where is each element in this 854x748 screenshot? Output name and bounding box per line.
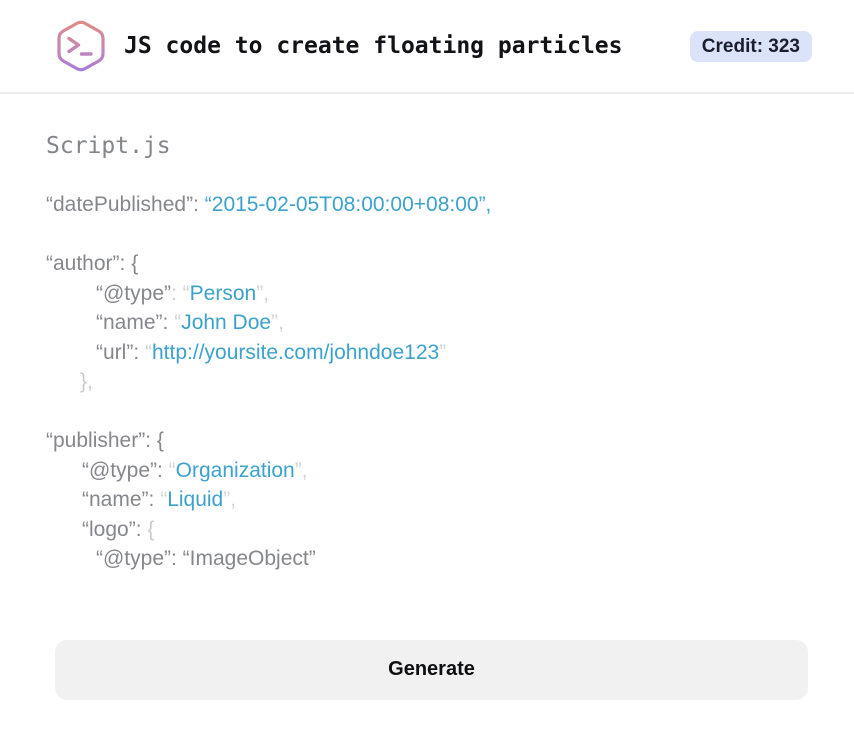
header: JS code to create floating particles Cre… <box>0 0 854 94</box>
code-token: “author”: { <box>46 252 139 275</box>
code-token: “@type”: <box>82 458 169 482</box>
code-token: http://yoursite.com/johndoe123 <box>152 340 440 364</box>
main-content: Script.js “datePublished”: “2015-02-05T0… <box>0 94 854 700</box>
code-token: { <box>147 517 155 541</box>
code-token: “ <box>182 281 190 305</box>
code-token: ”, <box>271 311 284 334</box>
code-token: : <box>171 281 183 305</box>
code-line: “author”: { <box>46 249 808 279</box>
code-token: ”, <box>294 458 308 482</box>
code-token: “@type” <box>96 281 171 305</box>
code-token: Person <box>189 281 257 305</box>
code-token: }, <box>80 370 93 393</box>
code-line: “logo”: { <box>46 515 808 545</box>
filename-heading: Script.js <box>46 133 171 159</box>
code-token: Organization <box>175 458 295 482</box>
code-token: “name”: <box>82 488 161 511</box>
code-token: “@type”: “ImageObject” <box>96 547 316 570</box>
code-token: “url”: <box>96 340 145 364</box>
code-token: “publisher”: { <box>46 429 164 452</box>
code-line: “url”: “http://yoursite.com/johndoe123” <box>46 338 808 368</box>
code-token: “logo”: <box>82 517 148 541</box>
generate-button[interactable]: Generate <box>55 639 808 700</box>
code-line: “@type”: “Person”, <box>46 279 808 309</box>
page-title: JS code to create floating particles <box>124 33 623 59</box>
code-line: “datePublished”: “2015-02-05T08:00:00+08… <box>46 190 808 220</box>
code-token: ”, <box>256 281 270 305</box>
code-line: “@type”: “Organization”, <box>46 456 808 486</box>
code-token: “ <box>145 340 152 364</box>
code-token: ” <box>439 340 447 364</box>
code-line: “name”: “John Doe”, <box>46 308 808 338</box>
code-line: “publisher”: { <box>46 426 808 456</box>
code-block: “datePublished”: “2015-02-05T08:00:00+08… <box>46 190 808 574</box>
code-token: John Doe <box>181 311 272 334</box>
code-token: “datePublished”: <box>46 193 205 216</box>
code-token: “2015-02-05T08:00:00+08:00”, <box>204 193 492 216</box>
terminal-logo-icon <box>52 17 110 75</box>
code-line: }, <box>46 367 808 397</box>
credit-badge: Credit: 323 <box>689 30 812 62</box>
code-token: Liquid <box>167 488 224 511</box>
code-line: “name”: “Liquid”, <box>46 485 808 515</box>
code-token: ”, <box>223 488 237 511</box>
code-token: “ <box>168 458 176 482</box>
code-line: “@type”: “ImageObject” <box>46 544 808 574</box>
code-token: “name”: <box>96 311 175 334</box>
